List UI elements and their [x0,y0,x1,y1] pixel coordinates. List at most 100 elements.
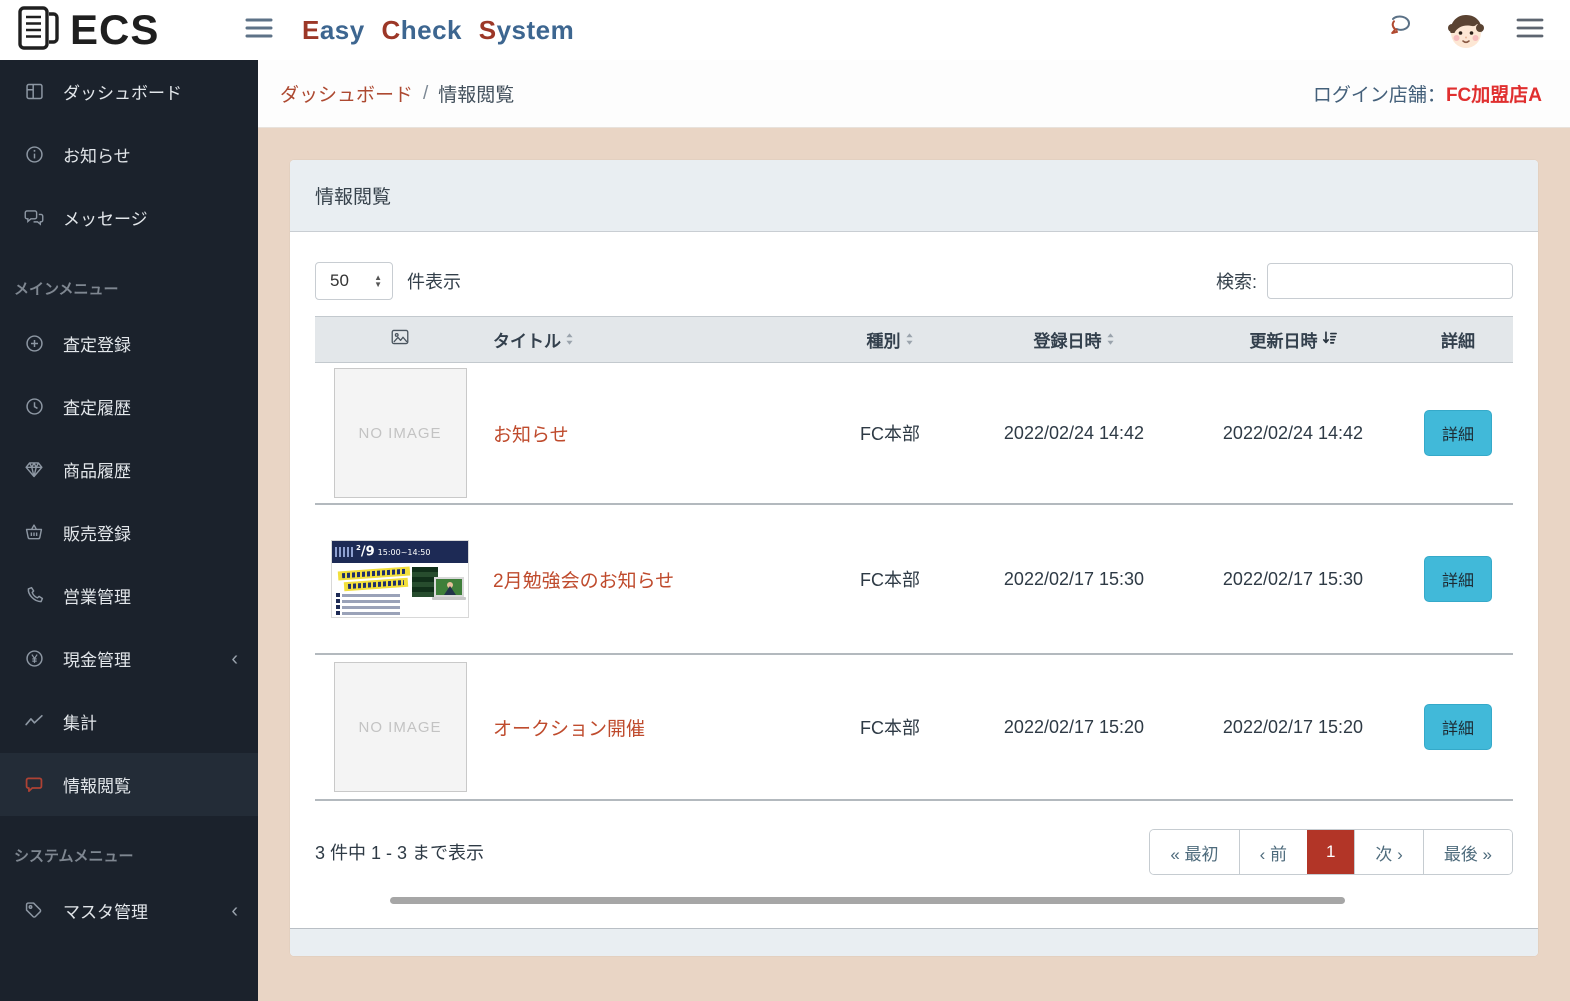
sidebar-item-product-history[interactable]: 商品履歴 [0,438,258,501]
banner-laptop-graphic [432,577,466,603]
detail-button[interactable]: 詳細 [1423,704,1492,750]
basket-icon [22,521,46,545]
pagination-page-1-button[interactable]: 1 [1306,830,1355,874]
sidebar-item-cash-management[interactable]: 現金管理 ‹ [0,627,258,690]
row-detail-cell: 詳細 [1403,654,1513,801]
settings-menu-icon[interactable] [1516,17,1544,44]
sidebar-item-appraisal-history[interactable]: 査定履歴 [0,375,258,438]
sidebar-section-label: メインメニュー [14,281,119,298]
sidebar-item-appraisal-register[interactable]: 査定登録 [0,312,258,375]
comments-icon [22,206,46,230]
sidebar-item-label: 現金管理 [63,651,131,670]
column-header-type[interactable]: 種別 [815,316,965,363]
page-title: 情報閲覧 [315,187,392,208]
column-header-detail: 詳細 [1403,316,1513,363]
row-type-cell: FC本部 [815,654,965,801]
sort-icon [905,331,914,351]
breadcrumb-dashboard-link[interactable]: ダッシュボード [280,80,413,107]
detail-button[interactable]: 詳細 [1423,556,1492,602]
top-header: ECS Easy Check System [0,0,1570,60]
pagination-first-button[interactable]: « 最初 [1150,830,1239,874]
info-circle-icon [22,143,46,167]
row-registered-cell: 2022/02/17 15:30 [965,504,1183,655]
pagination-next-button[interactable]: 次 › [1354,830,1423,874]
column-header-updated[interactable]: 更新日時 [1183,316,1403,363]
sidebar-toggle-icon[interactable] [244,16,274,45]
row-title-cell: オークション開催 [485,654,815,801]
sidebar-item-messages[interactable]: メッセージ [0,186,258,249]
sidebar-item-dashboard[interactable]: ダッシュボード [0,60,258,123]
table-row: NO IMAGE お知らせ FC本部 2022/02/24 14:42 2022… [315,362,1513,505]
row-image-cell: NO IMAGE [315,654,485,801]
row-title-link[interactable]: オークション開催 [493,719,645,740]
row-detail-cell: 詳細 [1403,504,1513,655]
app-title-word: Easy [302,14,365,45]
seminar-banner-thumbnail: 2/9 15:00~14:50 [331,540,469,618]
sidebar-item-totals[interactable]: 集計 [0,690,258,753]
topbar-actions [1386,6,1570,54]
pagination-last-button[interactable]: 最後 » [1422,830,1512,874]
chart-line-icon [22,710,46,734]
table-row: 2/9 15:00~14:50 2月勉強会のお知らせ FC本部 2022/02/… [315,504,1513,655]
info-view-card: 情報閲覧 50 ▲ ▼ 件表示 検索: タイトル 種別 登録日時 更新日時 詳細… [290,160,1538,956]
row-type-cell: FC本部 [815,504,965,655]
card-header: 情報閲覧 [290,160,1538,232]
sort-icon [1106,331,1115,351]
sidebar-item-sales-register[interactable]: 販売登録 [0,501,258,564]
row-registered-cell: 2022/02/17 15:20 [965,654,1183,801]
app-title-word: Check [381,14,463,45]
card-footer [290,928,1538,956]
banner-time: 15:00~14:50 [377,547,431,557]
sidebar-item-label: マスタ管理 [63,903,148,922]
login-store-name: FC加盟店A [1445,85,1542,106]
column-label: 詳細 [1441,332,1475,351]
search-label: 検索: [1215,272,1257,292]
row-title-link[interactable]: お知らせ [493,425,569,446]
user-avatar[interactable] [1442,6,1490,54]
row-registered-cell: 2022/02/24 14:42 [965,362,1183,505]
tags-icon [22,899,46,923]
banner-header: 2/9 15:00~14:50 [332,541,468,563]
banner-highlight-text [343,577,409,592]
yen-circle-icon [22,647,46,671]
sidebar-item-label: メッセージ [63,210,148,229]
sort-icon [565,331,574,351]
horizontal-scrollbar[interactable] [390,897,1345,904]
chevron-left-icon: ‹ [231,647,238,670]
login-store-label: ログイン店舗： [1312,85,1446,106]
chat-icon[interactable] [1386,14,1416,47]
sidebar-item-master-management[interactable]: マスタ管理 ‹ [0,879,258,942]
sidebar-item-label: 集計 [63,714,97,733]
breadcrumb-separator: / [423,82,429,104]
page-length-select[interactable]: 50 ▲ ▼ [315,262,393,300]
ecs-logo[interactable]: ECS [0,0,258,60]
row-title-link[interactable]: 2月勉強会のお知らせ [493,571,674,592]
breadcrumb-current: 情報閲覧 [438,85,515,106]
sidebar-item-label: 査定履歴 [63,399,131,418]
comment-icon [22,773,46,797]
breadcrumb-bar: ダッシュボード / 情報閲覧 ログイン店舗：FC加盟店A [258,60,1570,128]
detail-button[interactable]: 詳細 [1423,410,1492,456]
table-row: NO IMAGE オークション開催 FC本部 2022/02/17 15:20 … [315,654,1513,801]
sidebar-item-label: 査定登録 [63,336,131,355]
ecs-document-icon [16,4,62,57]
sidebar-item-notices[interactable]: お知らせ [0,123,258,186]
no-image-text: NO IMAGE [358,718,442,736]
sidebar-item-info-view[interactable]: 情報閲覧 [0,753,258,816]
column-header-image[interactable] [315,316,485,363]
row-detail-cell: 詳細 [1403,362,1513,505]
pagination-prev-button[interactable]: ‹ 前 [1238,830,1307,874]
column-header-registered[interactable]: 登録日時 [965,316,1183,363]
logo-text: ECS [70,6,160,53]
row-image-cell: 2/9 15:00~14:50 [315,504,485,655]
column-label: 更新日時 [1249,332,1318,351]
column-label: 登録日時 [1033,332,1102,351]
app-title: Easy Check System [302,15,583,46]
app-title-word: System [478,14,575,45]
column-header-title[interactable]: タイトル [485,316,815,363]
search-input[interactable] [1267,263,1513,299]
sidebar-item-business-management[interactable]: 営業管理 [0,564,258,627]
no-image-text: NO IMAGE [358,424,442,442]
card-body: 50 ▲ ▼ 件表示 検索: タイトル 種別 登録日時 更新日時 詳細 NO I… [290,232,1538,928]
table-header-row: タイトル 種別 登録日時 更新日時 詳細 [315,316,1513,363]
